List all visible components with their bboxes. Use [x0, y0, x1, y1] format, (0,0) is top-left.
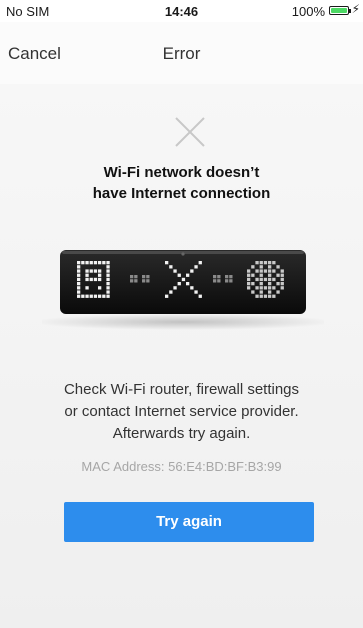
error-message-line-1: Check Wi-Fi router, firewall settings: [63, 381, 300, 398]
close-icon: [175, 117, 205, 147]
error-message-line-2: or contact Internet service provider.: [64, 403, 299, 420]
battery-full-icon: [329, 6, 351, 15]
battery-percent: 100%: [291, 4, 325, 19]
device-illustration: [42, 250, 324, 330]
page-title: Error: [162, 44, 201, 63]
status-bar: No SIM 14:46 100% ⚡: [0, 0, 363, 22]
error-message-line-3: Afterwards try again.: [112, 425, 251, 442]
error-heading-line-1: Wi-Fi network doesn’t: [103, 164, 260, 181]
error-message: Check Wi-Fi router, firewall settings or…: [0, 379, 363, 445]
error-content: Wi-Fi network doesn’t have Internet conn…: [0, 84, 363, 628]
try-again-button[interactable]: Try again: [64, 502, 314, 542]
error-heading-line-2: have Internet connection: [92, 185, 271, 202]
mac-address: MAC Address: 56:E4:BD:BF:B3:99: [81, 459, 282, 474]
charging-bolt-icon: ⚡: [351, 2, 360, 16]
error-heading: Wi-Fi network doesn’t have Internet conn…: [0, 162, 363, 204]
navigation-bar: Cancel Error: [0, 22, 363, 85]
